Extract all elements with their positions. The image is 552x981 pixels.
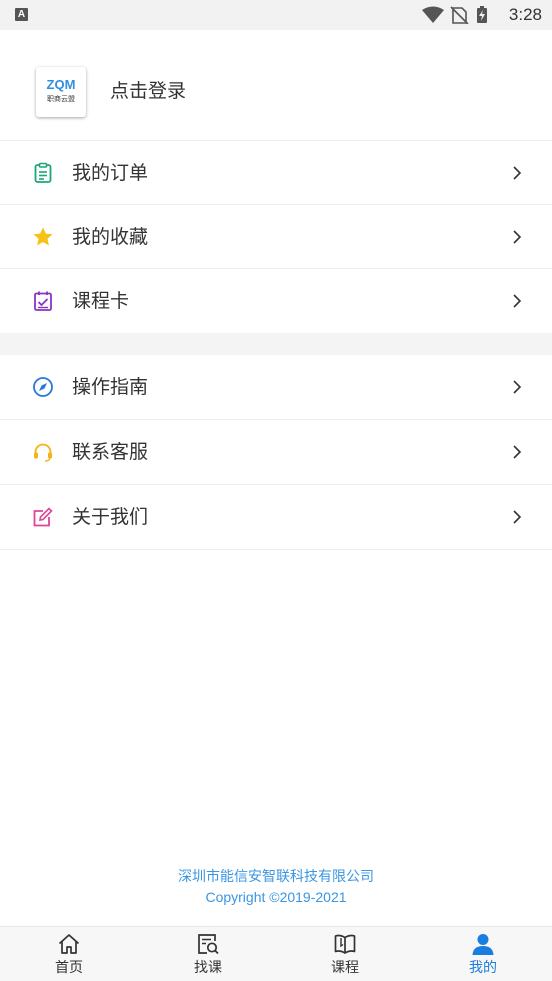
notification-icon: A — [15, 8, 28, 21]
profile-header[interactable]: ZQM 职商云盟 点击登录 — [0, 30, 552, 141]
no-sim-icon — [450, 6, 469, 24]
status-bar: A 3:28 — [0, 0, 552, 30]
chevron-right-icon — [513, 380, 522, 394]
logo-subtext: 职商云盟 — [47, 95, 75, 103]
chevron-right-icon — [513, 166, 522, 180]
login-link[interactable]: 点击登录 — [110, 78, 186, 104]
menu-item-label: 联系客服 — [72, 441, 149, 463]
logo-text: ZQM — [46, 77, 76, 92]
app-logo: ZQM 职商云盟 — [36, 67, 86, 117]
tab-home[interactable]: 首页 — [19, 927, 119, 981]
chevron-right-icon — [513, 510, 522, 524]
checklist-card-icon — [34, 291, 52, 311]
menu-group-1: 我的订单 我的收藏 课程卡 — [0, 141, 552, 333]
search-course-icon — [198, 934, 219, 955]
menu-item-course-card[interactable]: 课程卡 — [0, 269, 552, 333]
compass-icon — [33, 377, 53, 397]
menu-group-2: 操作指南 联系客服 关于我们 — [0, 355, 552, 550]
chevron-right-icon — [513, 230, 522, 244]
company-name: 深圳市能信安智联科技有限公司 — [178, 869, 374, 885]
wifi-icon — [422, 6, 444, 23]
footer: 深圳市能信安智联科技有限公司 Copyright ©2019-2021 — [0, 867, 552, 907]
home-icon — [58, 934, 80, 954]
user-icon — [472, 934, 494, 955]
tab-label: 课程 — [331, 960, 359, 976]
edit-note-icon — [33, 507, 53, 527]
tab-label: 首页 — [55, 960, 83, 976]
tab-find-course[interactable]: 找课 — [158, 927, 258, 981]
menu-item-label: 我的订单 — [72, 162, 149, 184]
copyright: Copyright ©2019-2021 — [205, 889, 347, 905]
menu-item-orders[interactable]: 我的订单 — [0, 141, 552, 205]
tab-courses[interactable]: 课程 — [295, 927, 395, 981]
status-icons — [422, 6, 487, 24]
menu-item-customer-service[interactable]: 联系客服 — [0, 420, 552, 485]
chevron-right-icon — [513, 294, 522, 308]
menu-item-label: 我的收藏 — [72, 226, 149, 248]
menu-item-about-us[interactable]: 关于我们 — [0, 485, 552, 550]
menu-item-favorites[interactable]: 我的收藏 — [0, 205, 552, 269]
chevron-right-icon — [513, 445, 522, 459]
menu-item-label: 课程卡 — [72, 290, 130, 312]
menu-item-label: 关于我们 — [72, 506, 149, 528]
clock: 3:28 — [508, 5, 542, 24]
headset-icon — [34, 443, 52, 462]
clipboard-icon — [34, 162, 52, 183]
tab-label: 我的 — [469, 960, 497, 976]
section-divider — [0, 333, 552, 355]
tab-label: 找课 — [194, 960, 222, 976]
menu-item-label: 操作指南 — [72, 376, 149, 398]
book-icon — [334, 934, 356, 954]
star-icon — [33, 227, 53, 246]
menu-item-guide[interactable]: 操作指南 — [0, 355, 552, 420]
bottom-tab-bar: 首页 找课 课程 我的 — [0, 926, 552, 981]
battery-charging-icon — [477, 6, 487, 23]
tab-mine[interactable]: 我的 — [433, 927, 533, 981]
